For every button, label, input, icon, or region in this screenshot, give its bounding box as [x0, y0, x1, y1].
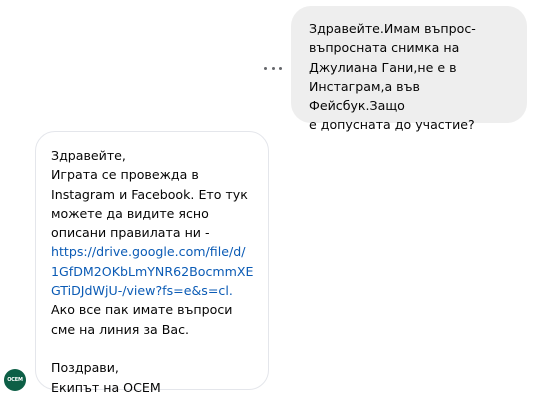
- more-horizontal-icon[interactable]: [264, 61, 282, 75]
- rules-link[interactable]: https://drive.google.com/file/d/ 1GfDM2O…: [51, 242, 258, 300]
- received-message-bubble: Здравейте, Играта се провежда в Instagra…: [35, 131, 269, 395]
- more-dot: [264, 66, 267, 70]
- more-dot: [279, 66, 282, 70]
- avatar-logo-text: OCEM: [7, 377, 23, 383]
- received-message-text: Здравейте, Играта се провежда в Instagra…: [51, 148, 248, 241]
- sender-avatar[interactable]: OCEM: [4, 369, 26, 391]
- received-message-closing: Ако все пак имате въпроси сме на линия з…: [51, 302, 233, 395]
- sent-message-bubble: Здравейте.Имам въпрос- въпросната снимка…: [291, 6, 527, 132]
- more-dot: [271, 66, 275, 70]
